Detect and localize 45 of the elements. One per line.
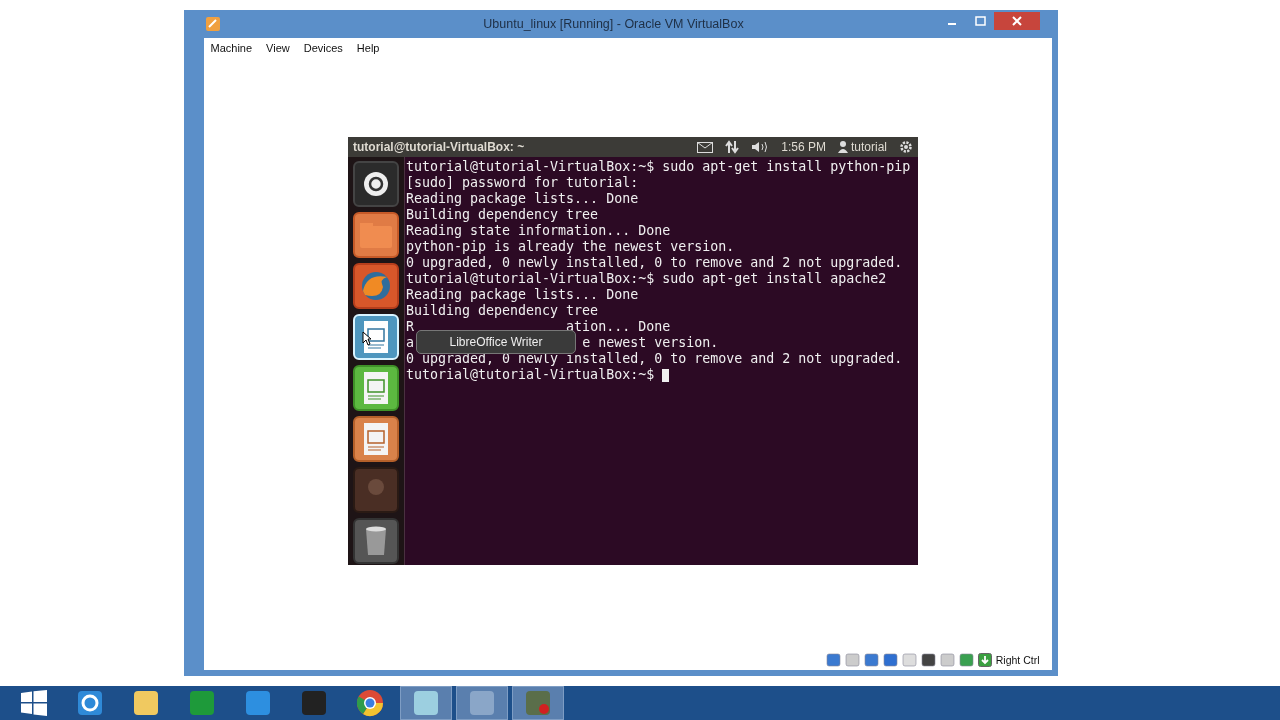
trash-icon[interactable] <box>353 518 399 564</box>
terminal-line: Reading state information... Done <box>406 223 671 239</box>
window-title: Ubuntu_linux [Running] - Oracle VM VirtualBox <box>482 17 745 31</box>
terminal-line: Reading package lists... Done <box>406 287 639 303</box>
terminal-line: tutorial@tutorial-VirtualBox:~$ <box>406 367 656 383</box>
user-icon <box>837 141 848 153</box>
close-icon[interactable] <box>993 12 1040 30</box>
status-icon[interactable] <box>863 653 879 667</box>
status-icon[interactable] <box>882 653 898 667</box>
terminal-line: R <box>406 319 414 335</box>
browser-icon <box>76 689 104 717</box>
clock[interactable]: 1:56 PM <box>781 140 826 154</box>
mail-icon[interactable] <box>697 141 714 153</box>
terminal-line: [sudo] password for tutorial: <box>406 175 639 191</box>
terminal-line: a <box>406 335 414 351</box>
spreadsheet-icon[interactable] <box>353 365 399 411</box>
terminal-line: e newest version. <box>582 335 719 351</box>
user-name[interactable]: tutorial <box>850 140 887 154</box>
menu-item[interactable]: Help <box>356 42 380 54</box>
volume-icon[interactable] <box>751 141 770 153</box>
status-icon[interactable] <box>825 653 841 667</box>
windows-icon <box>21 690 47 716</box>
settings-icon[interactable] <box>899 140 913 154</box>
tooltip: LibreOffice Writer <box>416 330 576 354</box>
menu-item[interactable]: View <box>266 42 290 54</box>
chrome-icon <box>356 689 384 717</box>
terminal-line: python-pip is already the newest version. <box>406 239 735 255</box>
document-icon[interactable] <box>353 314 399 360</box>
browser-icon[interactable] <box>353 263 399 309</box>
menu-item[interactable]: Devices <box>303 42 343 54</box>
terminal-line: 0 upgraded, 0 newly installed, 0 to remove and 2 not upgraded. <box>406 255 903 271</box>
terminal-line: Building dependency tree <box>406 207 599 223</box>
terminal-line: Reading package lists... Done <box>406 191 639 207</box>
terminal-line: tutorial@tutorial-VirtualBox:~$ sudo apt-get install apache2 <box>406 271 887 287</box>
terminal-title: tutorial@tutorial-VirtualBox: ~ <box>353 140 526 154</box>
presentation-icon[interactable] <box>353 416 399 462</box>
menu-item[interactable]: Machine <box>210 42 253 54</box>
arrow-down-icon <box>977 653 992 667</box>
terminal-line: tutorial@tutorial-VirtualBox:~$ sudo apt-get install python-pip <box>406 159 911 175</box>
host-key-label: Right Ctrl <box>995 654 1040 666</box>
dash-icon[interactable] <box>353 161 399 207</box>
network-icon[interactable] <box>725 140 740 154</box>
mouse-pointer-icon <box>362 331 372 346</box>
terminal-line: Building dependency tree <box>406 303 599 319</box>
status-icon[interactable] <box>920 653 936 667</box>
